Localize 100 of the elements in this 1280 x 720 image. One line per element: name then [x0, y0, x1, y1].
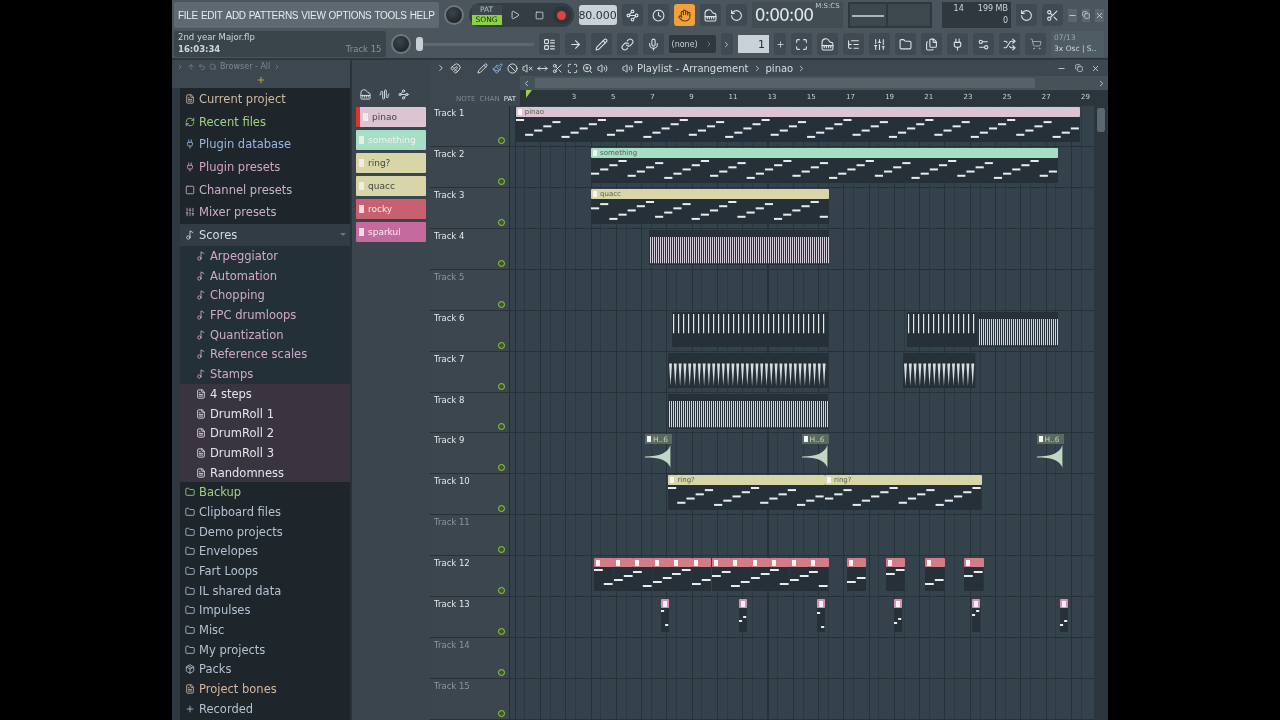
pattern-item[interactable]: ring? — [356, 153, 426, 173]
browser-item[interactable]: Plugin presets — [180, 155, 350, 179]
browser-item[interactable]: Automation — [180, 265, 350, 286]
track-label: Track 14 — [434, 640, 471, 651]
track-label: Track 7 — [434, 353, 466, 364]
item-label: Mixer presets — [199, 205, 277, 220]
browser-item[interactable]: FPC drumloops — [180, 305, 350, 325]
menu-item[interactable]: ADD — [225, 9, 246, 21]
track-header[interactable]: Track 8 — [430, 392, 510, 433]
menu-item[interactable]: VIEW — [301, 9, 326, 21]
track-header[interactable]: Track 2 — [430, 146, 510, 187]
track-label: Track 11 — [434, 517, 471, 528]
browser-item[interactable]: Plugin database — [180, 133, 350, 156]
browser-item[interactable]: Misc — [180, 620, 350, 640]
track-label: Track 3 — [434, 189, 466, 200]
item-label: Reference scales — [210, 347, 308, 362]
browser-item[interactable]: Recorded — [180, 698, 350, 719]
item-label: Demo projects — [199, 524, 283, 539]
browser-item[interactable]: Reference scales — [180, 344, 350, 365]
browser-item[interactable]: DrumRoll 2 — [180, 423, 350, 444]
browser-item[interactable]: Envelopes — [180, 541, 350, 562]
track-label: Track 15 — [434, 681, 471, 692]
menu-item[interactable]: FILE — [178, 9, 198, 21]
browser-item[interactable]: Recent files — [180, 110, 350, 134]
item-label: Stamps — [210, 367, 254, 382]
track-label: Track 4 — [434, 230, 466, 241]
hint-text: Track 15 — [345, 44, 382, 56]
pattern-field[interactable]: 1 — [737, 35, 770, 53]
menu-item[interactable]: EDIT — [200, 9, 223, 21]
cpu-reading: 14 — [952, 3, 965, 15]
browser-item[interactable]: My projects — [180, 639, 350, 660]
item-label: Packs — [199, 662, 232, 677]
item-label: Automation — [210, 268, 277, 283]
track-header[interactable]: Track 7 — [430, 351, 510, 392]
track-label: Track 8 — [434, 394, 466, 405]
browser-item[interactable]: 4 steps — [180, 383, 350, 404]
browser-item[interactable]: Scores — [180, 223, 350, 247]
item-label: DrumRoll 1 — [210, 406, 274, 421]
channel-select[interactable]: (none) — [668, 35, 716, 53]
item-label: Arpeggiator — [210, 249, 279, 263]
browser-item[interactable]: Packs — [180, 659, 350, 680]
track-header[interactable]: Track 1 — [430, 106, 510, 146]
browser-item[interactable]: Mixer presets — [180, 200, 350, 224]
pattern-item[interactable]: rocky — [356, 199, 426, 219]
browser-item[interactable]: DrumRoll 3 — [180, 443, 350, 463]
pattern-item[interactable]: quacc — [356, 176, 426, 196]
track-header[interactable]: Track 9 — [430, 433, 510, 474]
tempo-field[interactable]: 80.000 — [578, 5, 617, 25]
browser-item[interactable]: Channel presets — [180, 178, 350, 201]
time-value: 0:00:00 — [754, 5, 814, 25]
playlist-title: Playlist - Arrangement — [637, 62, 749, 74]
project-file: 2nd year Major.flp — [178, 32, 256, 44]
track-header[interactable]: Track 12 — [430, 556, 510, 597]
browser-item[interactable]: Backup — [180, 482, 350, 503]
item-label: Misc — [199, 623, 225, 638]
item-label: Quantization — [210, 327, 284, 342]
browser-item[interactable]: Stamps — [180, 364, 350, 384]
browser-item[interactable]: IL shared data — [180, 580, 350, 601]
item-label: My projects — [199, 642, 266, 657]
item-label: Fart Loops — [199, 564, 259, 578]
pattern-item[interactable]: pinao — [356, 107, 426, 127]
item-label: Plugin database — [199, 137, 292, 152]
item-label: Randomness — [210, 465, 284, 480]
browser-item[interactable]: Randomness — [180, 462, 350, 483]
browser-item[interactable]: Demo projects — [180, 521, 350, 542]
track-label: Track 1 — [434, 108, 466, 118]
track-header[interactable]: Track 3 — [430, 187, 510, 228]
track-label: Track 2 — [434, 148, 466, 159]
track-label: Track 5 — [434, 271, 466, 282]
browser-item[interactable]: Project bones — [180, 679, 350, 699]
browser-item[interactable]: DrumRoll 1 — [180, 403, 350, 424]
item-label: Scores — [199, 227, 238, 242]
item-label: DrumRoll 2 — [210, 426, 274, 441]
browser-item[interactable]: Arpeggiator — [180, 246, 350, 266]
track-header[interactable]: Track 13 — [430, 597, 510, 638]
project-clock: 16:03:34 — [178, 44, 222, 56]
track-label: Track 12 — [434, 558, 471, 569]
item-label: Channel presets — [199, 182, 293, 197]
browser-item[interactable]: Fart Loops — [180, 561, 350, 581]
browser-item[interactable]: Quantization — [180, 324, 350, 345]
browser-item[interactable]: Clipboard files — [180, 502, 350, 522]
item-label: DrumRoll 3 — [210, 445, 274, 460]
item-label: Envelopes — [199, 544, 259, 559]
menu-item[interactable]: PATTERNS — [248, 9, 299, 21]
track-header[interactable]: Track 6 — [430, 310, 510, 351]
track-header[interactable]: Track 4 — [430, 228, 510, 269]
menu-item[interactable]: HELP — [409, 9, 435, 21]
memory-reading: 199 MB — [977, 3, 1008, 15]
browser-item[interactable]: Chopping — [180, 285, 350, 306]
menu-item[interactable]: OPTIONS — [328, 9, 372, 21]
menu-item[interactable]: TOOLS — [374, 9, 407, 21]
browser-item[interactable]: Impulses — [180, 600, 350, 621]
item-label: Impulses — [199, 603, 251, 618]
item-label: IL shared data — [199, 583, 282, 598]
track-label: Track 10 — [434, 476, 471, 487]
track-label: Track 9 — [434, 435, 466, 446]
browser-item[interactable]: Current project — [180, 88, 350, 111]
item-label: Plugin presets — [199, 160, 281, 175]
track-header[interactable]: Track 10 — [430, 474, 510, 515]
item-label: Clipboard files — [199, 504, 282, 519]
